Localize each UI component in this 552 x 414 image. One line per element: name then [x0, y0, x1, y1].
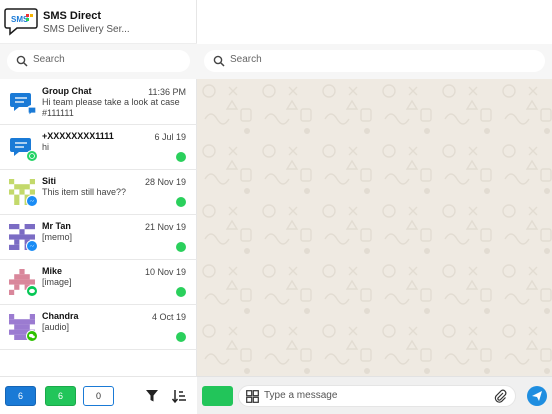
contact-name: Siti: [42, 176, 57, 186]
search-icon: [16, 55, 28, 67]
conversation-item[interactable]: Chandra 4 Oct 19 [audio]: [0, 305, 197, 350]
contact-name: Mike: [42, 266, 63, 276]
message-preview: hi: [42, 142, 50, 152]
conversation-footer: 6 6 0: [0, 376, 197, 414]
unread-indicator: [176, 152, 186, 162]
message-preview: This item still have??: [42, 187, 127, 197]
send-icon: [532, 391, 542, 401]
unread-indicator: [176, 197, 186, 207]
template-grid-icon[interactable]: [246, 390, 259, 403]
conversation-item[interactable]: Group Chat 11:36 PM Hi team please take …: [0, 80, 197, 125]
conversation-item[interactable]: Mike 10 Nov 19 [image]: [0, 260, 197, 305]
contact-name: Mr Tan: [42, 221, 71, 231]
message-preview: [audio]: [42, 322, 70, 332]
message-time: 6 Jul 19: [154, 132, 186, 142]
conversation-search-box[interactable]: [7, 50, 190, 72]
conversation-item[interactable]: +XXXXXXXX1111 6 Jul 19 hi: [0, 125, 197, 170]
conversation-item[interactable]: Siti 28 Nov 19 This item still have??: [0, 170, 197, 215]
conversation-search-input[interactable]: [33, 54, 180, 65]
chat-search-input[interactable]: [230, 54, 503, 65]
wechat-icon: [26, 330, 38, 342]
conversation-item[interactable]: Mr Tan 21 Nov 19 [memo]: [0, 215, 197, 260]
message-composer: [197, 376, 552, 414]
message-input[interactable]: [264, 390, 484, 401]
sort-icon[interactable]: [171, 388, 187, 404]
conversation-search-bar: [0, 44, 197, 79]
contact-name: +XXXXXXXX1111: [42, 131, 114, 141]
message-box[interactable]: [238, 385, 516, 407]
message-time: 11:36 PM: [148, 87, 186, 97]
contact-name: Chandra: [42, 311, 79, 321]
chat-wallpaper-pattern: [197, 79, 552, 376]
message-time: 21 Nov 19: [144, 222, 186, 232]
green-action-button[interactable]: [202, 386, 233, 406]
contact-name: Group Chat: [42, 86, 92, 96]
unread-indicator: [176, 332, 186, 342]
message-time: 4 Oct 19: [151, 312, 186, 322]
unread-indicator: [176, 242, 186, 252]
chat-message-area: [197, 79, 552, 376]
chat-search-bar: [197, 44, 552, 79]
line-icon: [26, 285, 38, 297]
conversation-list: Group Chat 11:36 PM Hi team please take …: [0, 80, 197, 350]
message-preview: Hi team please take a look at case #1111…: [42, 97, 180, 118]
chat-search-box[interactable]: [204, 50, 545, 72]
message-preview: [memo]: [42, 232, 73, 242]
messenger-icon: [26, 195, 38, 207]
blue-count-button[interactable]: 6: [5, 386, 36, 406]
message-time: 10 Nov 19: [144, 267, 186, 277]
unread-indicator: [176, 287, 186, 297]
app-header: SMS SMS Direct SMS Delivery Ser...: [0, 0, 197, 44]
message-preview: [image]: [42, 277, 72, 287]
sms-chat-icon: [26, 105, 38, 117]
paperclip-icon[interactable]: [493, 389, 507, 403]
send-button[interactable]: [527, 386, 547, 406]
filter-icon[interactable]: [145, 389, 159, 403]
search-icon: [213, 55, 225, 67]
outline-count-button[interactable]: 0: [83, 386, 114, 406]
messenger-icon: [26, 240, 38, 252]
message-time: 28 Nov 19: [144, 177, 186, 187]
whatsapp-icon: [26, 150, 38, 162]
sms-direct-logo: SMS: [4, 8, 38, 36]
green-count-button[interactable]: 6: [45, 386, 76, 406]
app-subtitle: SMS Delivery Ser...: [43, 24, 130, 35]
app-title: SMS Direct: [43, 10, 102, 22]
